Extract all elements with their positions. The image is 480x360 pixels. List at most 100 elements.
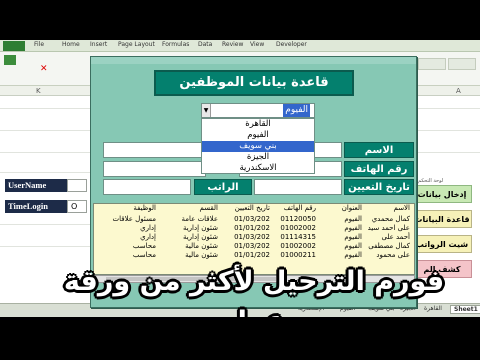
letterbox-bottom (0, 317, 480, 360)
timelogin-label: TimeLogin (5, 200, 67, 213)
cell-job: محاسب (132, 242, 156, 250)
governorate-combobox[interactable]: ▼ الفيوم (201, 103, 315, 118)
ribbon-tab-data[interactable]: Data (198, 41, 212, 48)
salaries-sheet-button[interactable]: شيت الرواتب (412, 235, 472, 253)
grid-line (0, 152, 90, 153)
cell-name: على احمد سيد (367, 224, 410, 232)
header-phone: رقم الهاتف (283, 204, 316, 212)
cell-phone: 01000211 (280, 251, 316, 259)
database-button[interactable]: قاعدة البيانات (412, 210, 472, 228)
cell-dept: شئون إدارية (182, 233, 218, 241)
dropdown-option[interactable]: الفيوم (202, 130, 314, 141)
ribbon-tab-bar: File Home Insert Page Layout Formulas Da… (0, 40, 480, 52)
ribbon-tab-review[interactable]: Review (222, 41, 243, 48)
ribbon-tab-formulas[interactable]: Formulas (162, 41, 189, 48)
grid-line (410, 108, 480, 109)
ribbon-tab-home[interactable]: Home (62, 41, 80, 48)
username-value-cell[interactable] (67, 179, 87, 192)
cell-dept: شئون مالية (185, 242, 218, 250)
ribbon-tab-file[interactable]: File (34, 41, 44, 48)
ribbon-group-button[interactable] (448, 58, 476, 70)
column-header-a[interactable]: A (456, 87, 461, 95)
ribbon-tab-insert[interactable]: Insert (90, 41, 107, 48)
dropdown-option[interactable]: الجيزة (202, 152, 314, 163)
form-title: قاعدة بيانات الموظفين (154, 70, 354, 96)
list-item[interactable]: أحمد على الفيوم 01114315 01/03/202 شئون إدار… (94, 233, 414, 242)
dashboard-label: لوحة التحكم (418, 178, 444, 184)
hire-date-label: تاريخ التعيين (344, 179, 414, 195)
phone-field-2[interactable] (103, 161, 206, 177)
grid-line (410, 130, 480, 131)
grid-line (0, 172, 90, 173)
cell-phone: 01114315 (280, 233, 316, 241)
video-overlay-title: فورم الترحيل لأكثر من ورقة عمل (63, 266, 445, 337)
cell-phone: 01002002 (280, 242, 316, 250)
hire-date-field[interactable] (254, 179, 342, 195)
header-job: الوظيفة (133, 204, 156, 212)
cell-job: مسئول علاقات (112, 215, 156, 223)
cell-date: 01/03/202 (234, 242, 270, 250)
list-item[interactable]: على احمد سيد الفيوم 01002002 01/01/202 شئون … (94, 224, 414, 233)
ribbon-tab-developer[interactable]: Developer (276, 41, 307, 48)
video-frame: File Home Insert Page Layout Formulas Da… (0, 0, 480, 360)
cell-date: 01/03/202 (234, 233, 270, 241)
sheet-tab-sheet1[interactable]: Sheet1 (450, 305, 480, 314)
combo-selected-value: الفيوم (283, 104, 310, 117)
grid-line (0, 224, 90, 225)
dropdown-option[interactable]: القاهرة (202, 119, 314, 130)
cell-name: أحمد على (381, 233, 410, 241)
listbox-header: الاسم العنوان رقم الهاتف تاريخ التعيين ا… (94, 204, 414, 214)
sheet-tab-cairo[interactable]: القاهرة (424, 305, 442, 312)
name-label: الاسم (344, 142, 414, 158)
dropdown-option[interactable]: الاسكندرية (202, 163, 314, 174)
cell-dept: شئون مالية (185, 251, 218, 259)
column-header-k[interactable]: K (36, 87, 41, 95)
header-name: الاسم (393, 204, 410, 212)
cell-address: الفيوم (344, 242, 362, 250)
list-item[interactable]: كمال مصطفى الفيوم 01002002 01/03/202 شئون ما… (94, 242, 414, 251)
dropdown-option-selected[interactable]: بني سويف (202, 141, 314, 152)
grid-line (0, 246, 90, 247)
cell-date: 01/01/202 (234, 224, 270, 232)
letterbox-top (0, 0, 480, 40)
timelogin-value-cell[interactable]: O (67, 200, 87, 213)
cell-name: كمال مصطفى (368, 242, 410, 250)
cell-dept: علاقات عامة (181, 215, 218, 223)
cell-address: الفيوم (344, 233, 362, 241)
list-item[interactable]: كمال محمدي الفيوم 01120050 01/03/202 علاقات … (94, 215, 414, 224)
chevron-down-icon[interactable]: ▼ (202, 104, 211, 117)
grid-line (0, 130, 90, 131)
header-hire-date: تاريخ التعيين (234, 204, 270, 212)
cell-address: الفيوم (344, 251, 362, 259)
excel-icon (4, 55, 16, 65)
grid-line (410, 152, 480, 153)
cell-job: إداري (140, 233, 156, 241)
cell-name: كمال محمدي (371, 215, 410, 223)
cell-dept: شئون إدارية (182, 224, 218, 232)
form-titlebar[interactable] (91, 57, 416, 64)
data-entry-button[interactable]: إدخال بيانات (412, 185, 472, 203)
ribbon-tab-page-layout[interactable]: Page Layout (118, 41, 155, 48)
username-label: UserName (5, 179, 67, 192)
header-department: القسم (199, 204, 218, 212)
list-item[interactable]: على محمود الفيوم 01000211 01/01/202 شئون مال… (94, 251, 414, 260)
name-field-2[interactable] (103, 142, 206, 158)
cancel-icon[interactable]: ✕ (40, 64, 48, 74)
file-tab[interactable] (3, 41, 25, 51)
governorate-dropdown-list[interactable]: القاهرة الفيوم بني سويف الجيزة الاسكندري… (201, 118, 315, 174)
phone-label: رقم الهاتف (344, 161, 414, 177)
header-address: العنوان (341, 204, 362, 212)
cell-address: الفيوم (344, 215, 362, 223)
cell-phone: 01120050 (280, 215, 316, 223)
cell-job: إداري (140, 224, 156, 232)
cell-address: الفيوم (344, 224, 362, 232)
cell-phone: 01002002 (280, 224, 316, 232)
salary-label: الراتب (194, 179, 252, 195)
ribbon-group-button[interactable] (418, 58, 446, 70)
cell-job: محاسب (132, 251, 156, 259)
cell-date: 01/03/202 (234, 215, 270, 223)
ribbon-tab-view[interactable]: View (250, 41, 264, 48)
grid-line (0, 108, 90, 109)
cell-name: على محمود (376, 251, 410, 259)
salary-field[interactable] (103, 179, 191, 195)
